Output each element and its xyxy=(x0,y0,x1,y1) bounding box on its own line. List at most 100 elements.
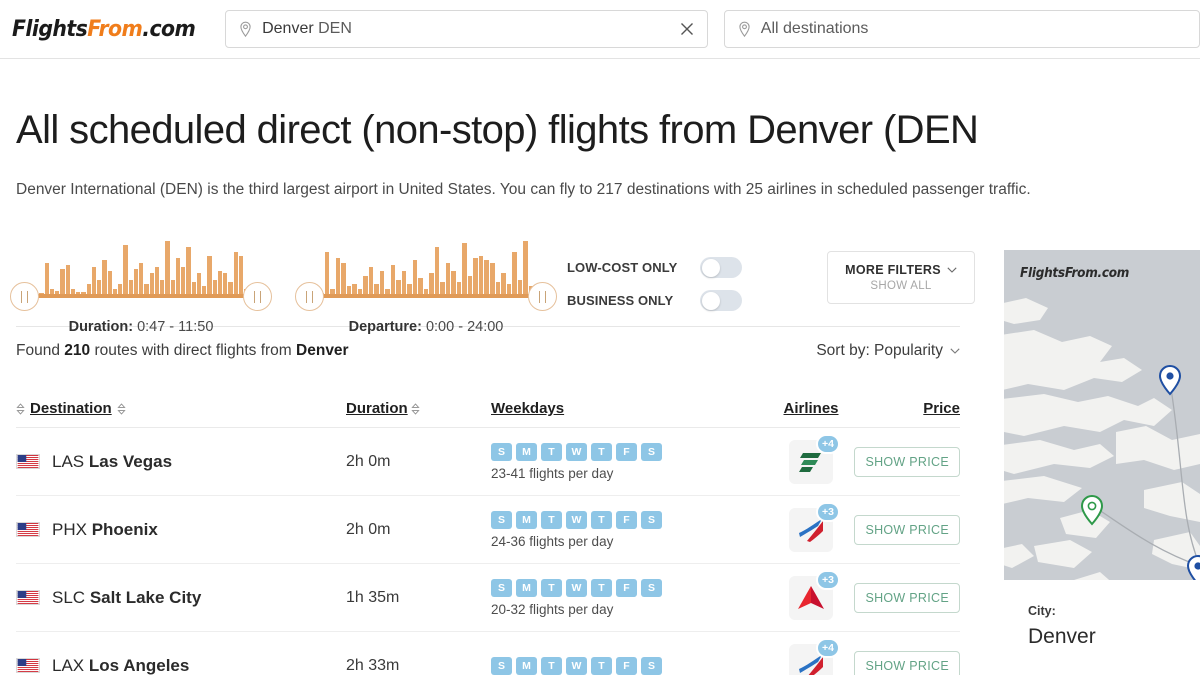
duration-slider-knob-left[interactable] xyxy=(10,282,39,311)
close-icon[interactable] xyxy=(677,19,697,39)
sort-by-dropdown[interactable]: Sort by: Popularity xyxy=(816,342,960,360)
sort-arrows-icon[interactable] xyxy=(16,402,25,415)
header-airlines[interactable]: Airlines xyxy=(756,400,866,417)
airline-count-badge[interactable]: +4 xyxy=(816,637,840,658)
origin-city: Denver xyxy=(262,20,314,37)
histogram-bar xyxy=(107,271,112,295)
airlines-cell[interactable]: +3 xyxy=(756,501,866,552)
histogram-bar xyxy=(60,269,65,295)
airline-count-badge[interactable]: +4 xyxy=(816,433,840,454)
departure-slider-label: Departure: 0:00 - 24:00 xyxy=(301,319,551,335)
chevron-down-icon xyxy=(950,348,960,354)
histogram-bar xyxy=(97,279,102,295)
departure-slider-knob-right[interactable] xyxy=(528,282,557,311)
weekday-badge: W xyxy=(566,656,587,675)
sort-arrows-icon[interactable] xyxy=(411,402,420,415)
histogram-bar xyxy=(207,256,212,295)
table-row[interactable]: LAX Los Angeles 2h 33m S M T W T F S +4 SHOW PRICE xyxy=(16,632,960,675)
histogram-bar xyxy=(149,273,154,295)
more-filters-button[interactable]: MORE FILTERS SHOW ALL xyxy=(827,251,975,304)
map-logo-part-from: From xyxy=(1064,266,1098,281)
header-price-label[interactable]: Price xyxy=(923,400,960,417)
page-title: All scheduled direct (non-stop) flights … xyxy=(16,108,979,152)
origin-search-input[interactable]: Denver DEN xyxy=(225,10,708,48)
show-price-button[interactable]: SHOW PRICE xyxy=(854,446,960,477)
site-logo[interactable]: FlightsFrom.com xyxy=(12,17,196,42)
airline-count-badge[interactable]: +3 xyxy=(816,569,840,590)
destination-cell[interactable]: LAX Los Angeles xyxy=(16,656,346,675)
header-weekdays-label[interactable]: Weekdays xyxy=(491,400,756,417)
chevron-down-icon xyxy=(947,267,957,273)
destination-search-input[interactable]: All destinations xyxy=(723,10,1200,48)
weekday-badge: T xyxy=(591,656,612,675)
histogram-bar xyxy=(233,251,238,295)
duration-slider-track[interactable] xyxy=(28,294,254,298)
histogram-bar xyxy=(128,279,133,295)
table-row[interactable]: LAS Las Vegas 2h 0m S M T W T F S 23-41 flights p… xyxy=(16,428,960,496)
departure-slider-track[interactable] xyxy=(313,294,539,298)
us-flag-icon xyxy=(16,454,40,469)
show-price-button[interactable]: SHOW PRICE xyxy=(854,650,960,675)
destination-text: SLC Salt Lake City xyxy=(52,588,201,608)
header-price[interactable]: Price xyxy=(866,400,960,417)
header-destination[interactable]: Destination xyxy=(16,400,346,417)
header-duration-label[interactable]: Duration xyxy=(346,400,408,417)
filter-bar: Duration: 0:47 - 11:50 Departure: 0:00 -… xyxy=(10,233,975,335)
histogram-bar xyxy=(238,256,243,295)
destination-city: Los Angeles xyxy=(88,655,190,675)
origin-value: Denver DEN xyxy=(262,20,352,38)
histogram-bar xyxy=(91,266,96,295)
histogram-bar xyxy=(102,260,107,295)
sort-arrows-icon[interactable] xyxy=(117,402,126,415)
departure-slider-knob-left[interactable] xyxy=(295,282,324,311)
airlines-cell[interactable]: +4 xyxy=(756,433,866,484)
histogram-bar xyxy=(223,273,228,295)
low-cost-only-row: LOW-COST ONLY xyxy=(567,251,742,284)
weekday-badge: W xyxy=(566,510,587,529)
weekday-badge: S xyxy=(641,578,662,597)
histogram-bar xyxy=(335,258,341,295)
header-airlines-label[interactable]: Airlines xyxy=(783,400,838,417)
price-cell: SHOW PRICE xyxy=(854,582,960,613)
location-pin-icon xyxy=(739,21,750,37)
airline-count-badge[interactable]: +3 xyxy=(816,501,840,522)
low-cost-only-label: LOW-COST ONLY xyxy=(567,260,678,275)
histogram-bar xyxy=(165,241,170,295)
histogram-bar xyxy=(467,275,473,295)
airlines-cell[interactable]: +4 xyxy=(756,637,866,675)
duration-slider-knob-right[interactable] xyxy=(243,282,272,311)
destination-cell[interactable]: PHX Phoenix xyxy=(16,520,346,540)
header-duration[interactable]: Duration xyxy=(346,400,491,417)
frequency-text: 23-41 flights per day xyxy=(491,465,614,481)
destination-cell[interactable]: LAS Las Vegas xyxy=(16,452,346,472)
histogram-bar xyxy=(160,279,165,295)
low-cost-only-toggle[interactable] xyxy=(700,257,742,278)
results-count-text: Found 210 routes with direct flights fro… xyxy=(16,342,349,360)
table-row[interactable]: SLC Salt Lake City 1h 35m S M T W T F S 20-32 fli… xyxy=(16,564,960,632)
page-root: FlightsFrom.com Denver DEN All destinati… xyxy=(0,0,1200,675)
city-info-value: Denver xyxy=(1028,625,1096,648)
weekday-badge: T xyxy=(591,578,612,597)
histogram-bar xyxy=(196,273,201,295)
airlines-cell[interactable]: +3 xyxy=(756,569,866,620)
histogram-bar xyxy=(412,260,418,295)
destination-cell[interactable]: SLC Salt Lake City xyxy=(16,588,346,608)
weekday-badges: SMTWTFS xyxy=(491,656,756,675)
business-only-toggle[interactable] xyxy=(700,290,742,311)
header-destination-label[interactable]: Destination xyxy=(30,400,112,417)
us-flag-icon xyxy=(16,522,40,537)
table-row[interactable]: PHX Phoenix 2h 0m S M T W T F S 24-36 flights per… xyxy=(16,496,960,564)
duration-histogram xyxy=(34,239,249,295)
weekday-badge: S xyxy=(491,442,512,461)
weekdays-cell: S M T W T F S 20-32 flights per day xyxy=(491,578,756,617)
us-flag-icon xyxy=(16,658,40,673)
show-price-button[interactable]: SHOW PRICE xyxy=(854,582,960,613)
duration-cell: 1h 35m xyxy=(346,588,400,606)
show-price-button[interactable]: SHOW PRICE xyxy=(854,514,960,545)
price-cell: SHOW PRICE xyxy=(854,514,960,545)
weekday-badge: M xyxy=(516,442,537,461)
weekday-badges: SMTWTFS xyxy=(491,510,756,529)
header-weekdays[interactable]: Weekdays xyxy=(491,400,756,417)
price-cell: SHOW PRICE xyxy=(854,446,960,477)
histogram-bar xyxy=(212,279,217,295)
